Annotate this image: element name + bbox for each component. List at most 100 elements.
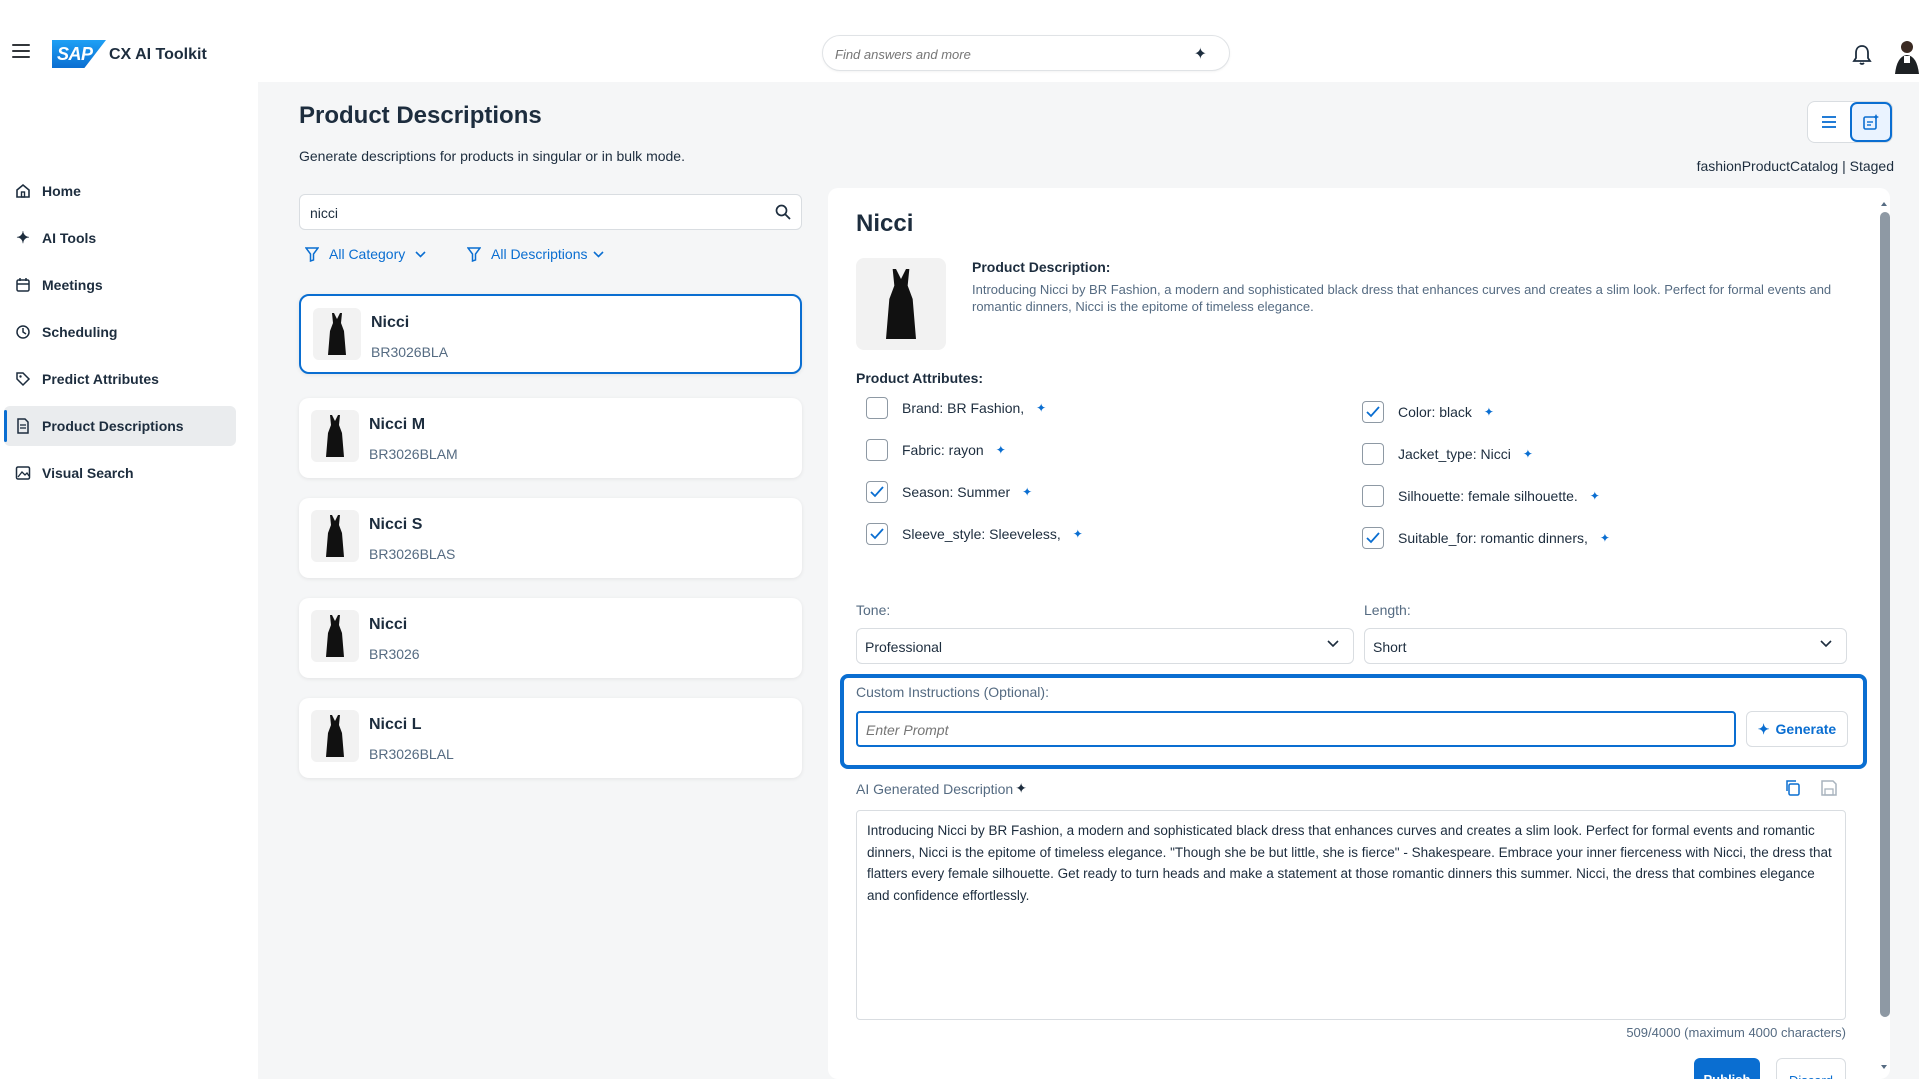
product-attributes-label: Product Attributes: <box>856 370 984 386</box>
home-icon <box>14 182 32 200</box>
chevron-down-icon <box>1327 640 1339 648</box>
product-thumbnail <box>311 710 359 762</box>
scroll-up-icon[interactable] <box>1877 200 1891 208</box>
side-navigation: Home ✦ AI Tools Meetings Scheduling Pred… <box>0 82 258 1079</box>
attribute-suitable-for[interactable]: Suitable_for: romantic dinners, ✦ <box>1362 527 1610 549</box>
attribute-jacket-type[interactable]: Jacket_type: Nicci ✦ <box>1362 443 1533 465</box>
sidebar-item-scheduling[interactable]: Scheduling <box>4 312 236 352</box>
sidebar-item-predict-attributes[interactable]: Predict Attributes <box>4 359 236 399</box>
sidebar-item-product-descriptions[interactable]: Product Descriptions <box>4 406 236 446</box>
sidebar-item-label: Scheduling <box>42 324 118 340</box>
attribute-label: Brand: BR Fashion, <box>902 400 1025 416</box>
calendar-icon <box>14 276 32 294</box>
product-card[interactable]: Nicci S BR3026BLAS <box>299 498 802 578</box>
attribute-label: Suitable_for: romantic dinners, <box>1398 530 1588 546</box>
tone-label: Tone: <box>856 602 891 618</box>
length-value: Short <box>1373 639 1407 655</box>
ai-sparkle-icon: ✦ <box>1522 447 1533 461</box>
attribute-label: Fabric: rayon <box>902 442 984 458</box>
attribute-sleeve-style[interactable]: Sleeve_style: Sleeveless, ✦ <box>866 523 1083 545</box>
product-search-input[interactable] <box>310 203 750 223</box>
product-thumbnail <box>311 610 359 662</box>
scrollbar-thumb[interactable] <box>1880 212 1890 1017</box>
product-search[interactable] <box>299 194 802 230</box>
view-toggle <box>1807 101 1893 143</box>
product-card[interactable]: Nicci BR3026 <box>299 598 802 678</box>
discard-button[interactable]: Discard <box>1776 1058 1846 1079</box>
checkmark-icon <box>1366 406 1380 418</box>
checkmark-icon <box>1366 532 1380 544</box>
checkbox[interactable] <box>1362 443 1384 465</box>
ai-description-textarea[interactable]: Introducing Nicci by BR Fashion, a moder… <box>856 810 1846 1020</box>
checkbox-checked[interactable] <box>866 523 888 545</box>
filter-icon <box>305 246 319 262</box>
list-icon <box>1821 116 1836 128</box>
ai-generated-label-row: AI Generated Description ✦ <box>856 780 1027 797</box>
character-counter: 509/4000 (maximum 4000 characters) <box>1626 1025 1846 1040</box>
product-thumbnail <box>311 410 359 462</box>
product-code: BR3026BLAM <box>369 446 458 462</box>
checkbox[interactable] <box>1362 485 1384 507</box>
custom-instructions-field[interactable] <box>856 711 1736 747</box>
descriptions-filter[interactable]: All Descriptions <box>467 246 605 262</box>
length-select[interactable]: Short <box>1364 628 1847 664</box>
product-card[interactable]: Nicci M BR3026BLAM <box>299 398 802 478</box>
global-search[interactable]: ✦ <box>822 35 1230 71</box>
generate-button[interactable]: ✦ Generate <box>1746 711 1848 747</box>
category-filter[interactable]: All Category <box>305 246 426 262</box>
sidebar-item-ai-tools[interactable]: ✦ AI Tools <box>4 218 236 258</box>
attribute-brand[interactable]: Brand: BR Fashion, ✦ <box>866 397 1046 419</box>
ai-sparkle-icon: ✦ <box>1599 531 1610 545</box>
attribute-label: Sleeve_style: Sleeveless, <box>902 526 1061 542</box>
chevron-down-icon <box>593 250 605 258</box>
attribute-color[interactable]: Color: black ✦ <box>1362 401 1494 423</box>
page-title: Product Descriptions <box>299 102 542 129</box>
descriptions-filter-label: All Descriptions <box>491 246 588 262</box>
product-code: BR3026 <box>369 646 420 662</box>
scroll-down-icon[interactable] <box>1877 1063 1891 1071</box>
product-card[interactable]: Nicci BR3026BLA <box>299 294 802 374</box>
checkbox-checked[interactable] <box>866 481 888 503</box>
sidebar-item-label: Meetings <box>42 277 103 293</box>
checkbox-checked[interactable] <box>1362 527 1384 549</box>
shell-header: SAP CX AI Toolkit ✦ <box>0 0 1919 82</box>
tone-select[interactable]: Professional <box>856 628 1354 664</box>
ai-sparkle-icon: ✦ <box>1072 527 1083 541</box>
bell-icon[interactable] <box>1852 44 1872 66</box>
product-name: Nicci M <box>369 416 426 433</box>
ai-generated-label: AI Generated Description <box>856 780 1014 797</box>
list-view-button[interactable] <box>1808 102 1850 142</box>
prompt-input[interactable] <box>866 720 1716 740</box>
sidebar-item-home[interactable]: Home <box>4 171 236 211</box>
attribute-silhouette[interactable]: Silhouette: female silhouette. ✦ <box>1362 485 1600 507</box>
sidebar-item-label: Predict Attributes <box>42 371 159 387</box>
sidebar-item-visual-search[interactable]: Visual Search <box>4 453 236 493</box>
detail-scrollbar[interactable] <box>1877 200 1891 1079</box>
global-search-input[interactable] <box>835 43 1175 65</box>
ai-sparkle-icon: ✦ <box>1022 485 1033 499</box>
product-name: Nicci <box>371 314 410 331</box>
attribute-label: Jacket_type: Nicci <box>1398 446 1511 462</box>
attribute-fabric[interactable]: Fabric: rayon ✦ <box>866 439 1006 461</box>
document-icon <box>14 417 32 435</box>
ai-sparkle-icon[interactable]: ✦ <box>1194 44 1207 64</box>
sparkle-icon: ✦ <box>1757 720 1770 737</box>
avatar[interactable] <box>1891 38 1919 74</box>
hamburger-menu-icon[interactable] <box>12 44 30 58</box>
checkbox-checked[interactable] <box>1362 401 1384 423</box>
sidebar-item-meetings[interactable]: Meetings <box>4 265 236 305</box>
product-card[interactable]: Nicci L BR3026BLAL <box>299 698 802 778</box>
checkbox[interactable] <box>866 397 888 419</box>
ai-generate-view-button[interactable] <box>1849 102 1892 142</box>
publish-button[interactable]: Publish <box>1694 1058 1760 1079</box>
checkbox[interactable] <box>866 439 888 461</box>
sidebar-item-label: Product Descriptions <box>42 418 184 434</box>
product-code: BR3026BLAS <box>369 546 456 562</box>
attribute-season[interactable]: Season: Summer ✦ <box>866 481 1032 503</box>
product-thumbnail <box>311 510 359 562</box>
product-thumbnail <box>313 308 361 360</box>
search-icon[interactable] <box>775 204 791 220</box>
save-icon[interactable] <box>1820 779 1838 797</box>
ai-document-icon <box>1863 114 1879 130</box>
copy-icon[interactable] <box>1784 779 1802 797</box>
